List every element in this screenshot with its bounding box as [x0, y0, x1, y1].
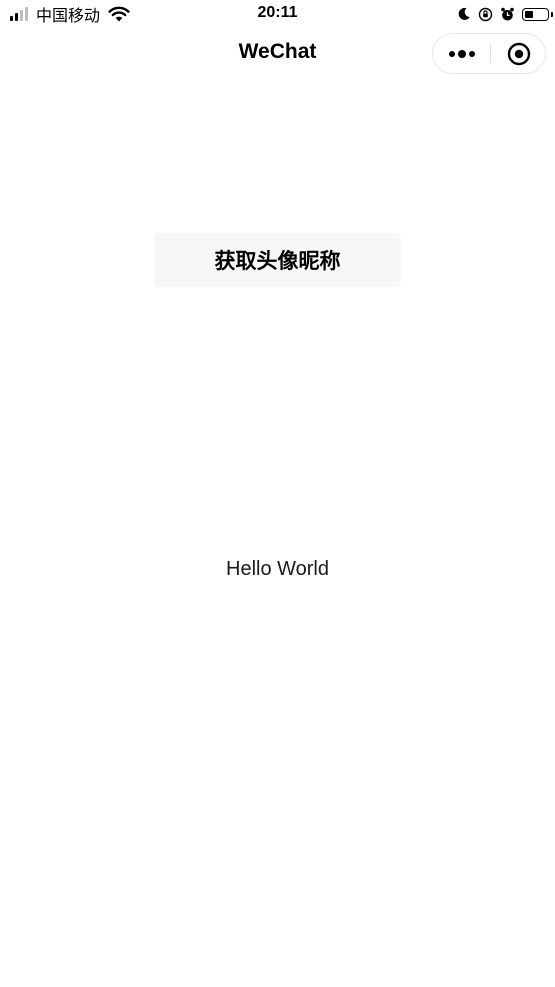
status-bar-right — [450, 5, 553, 23]
moon-icon — [457, 7, 471, 21]
close-circle-icon — [507, 42, 530, 65]
hello-world-text: Hello World — [226, 558, 329, 580]
more-button[interactable] — [433, 34, 490, 73]
get-avatar-nickname-button[interactable]: 获取头像昵称 — [154, 233, 401, 287]
battery-icon — [522, 7, 553, 21]
navigation-bar: WeChat — [0, 28, 555, 80]
status-bar: 中国移动 20:11 — [0, 0, 555, 28]
alarm-icon — [500, 7, 515, 22]
orientation-lock-icon — [478, 7, 493, 22]
more-dots-icon — [448, 49, 475, 58]
mini-program-capsule — [432, 33, 546, 74]
close-button[interactable] — [491, 34, 546, 73]
